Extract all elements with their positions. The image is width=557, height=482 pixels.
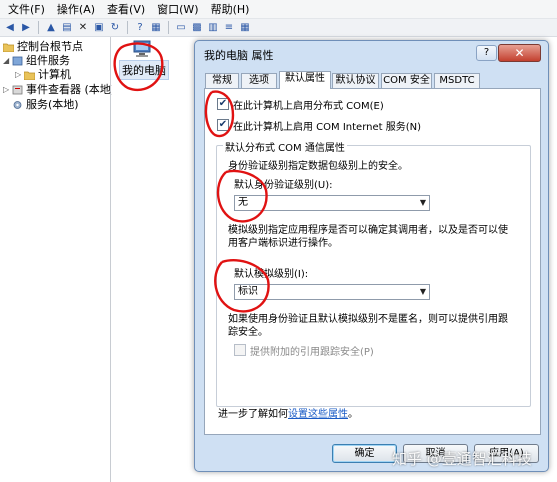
impersonation-level-value: 标识 — [238, 286, 258, 297]
tracking-description-line2: 踪安全。 — [228, 327, 268, 338]
menu-view[interactable]: 查看(V) — [101, 0, 151, 19]
tree-item-event-viewer[interactable]: ▷ 事件查看器 (本地) — [3, 83, 115, 97]
reference-tracking-label: 提供附加的引用跟踪安全(P) — [250, 346, 374, 358]
refresh-icon[interactable]: ↻ — [108, 21, 122, 35]
expanded-arrow-icon[interactable]: ◢ — [3, 54, 12, 68]
auth-level-select[interactable]: 无 ▼ — [234, 195, 430, 211]
tree-item-root[interactable]: 控制台根节点 — [2, 40, 83, 54]
folder-icon — [23, 70, 36, 81]
close-button[interactable]: ✕ — [498, 44, 541, 62]
tab-com-security[interactable]: COM 安全 — [381, 73, 432, 88]
menu-window[interactable]: 窗口(W) — [151, 0, 204, 19]
services-gear-icon — [12, 100, 23, 110]
properties-dialog: 我的电脑 属性 ? ✕ 常规 选项 默认属性 默认协议 COM 安全 MSDTC… — [194, 40, 549, 472]
large-icons-icon[interactable]: ▩ — [190, 21, 204, 35]
detail-view-icon[interactable]: ▦ — [238, 21, 252, 35]
learn-more-suffix: 。 — [348, 409, 358, 420]
tab-general[interactable]: 常规 — [205, 73, 239, 88]
ok-button[interactable]: 确定 — [332, 444, 397, 463]
impersonation-description-line1: 模拟级别指定应用程序是否可以确定其调用者，以及是否可以使 — [228, 225, 508, 236]
up-folder-icon[interactable]: ▲ — [44, 21, 58, 35]
collapsed-arrow-icon[interactable]: ▷ — [15, 68, 24, 82]
computer-icon[interactable]: ▭ — [174, 21, 188, 35]
menu-action[interactable]: 操作(A) — [51, 0, 101, 19]
watermark-text: 知乎 @壹通智汇科技 — [392, 450, 532, 468]
toolbar-separator — [38, 21, 39, 34]
tab-default-protocols[interactable]: 默认协议 — [332, 73, 379, 88]
enable-dcom-checkbox[interactable]: ✔ — [217, 98, 229, 110]
list-view-icon[interactable]: ≡ — [222, 21, 236, 35]
impersonation-level-label: 默认模拟级别(I): — [234, 269, 309, 280]
tracking-description-line1: 如果使用身份验证且默认模拟级别不是匿名，则可以提供引用跟 — [228, 314, 508, 325]
component-services-icon — [12, 56, 23, 66]
tab-panel: ✔ 在此计算机上启用分布式 COM(E) ✔ 在此计算机上启用 COM Inte… — [204, 88, 541, 435]
tree-item-component-services[interactable]: ◢ 组件服务 — [3, 54, 70, 68]
folder-icon — [2, 42, 15, 53]
enable-dcom-row[interactable]: ✔ 在此计算机上启用分布式 COM(E) — [217, 97, 384, 112]
learn-more-row: 进一步了解如何设置这些属性。 — [218, 405, 358, 420]
reference-tracking-checkbox — [234, 344, 246, 356]
enable-com-internet-row[interactable]: ✔ 在此计算机上启用 COM Internet 服务(N) — [217, 118, 422, 133]
tree-item-label: 服务(本地) — [26, 98, 79, 111]
learn-more-link[interactable]: 设置这些属性 — [288, 409, 348, 420]
console-tree: 控制台根节点 ◢ 组件服务 ▷ 计算机 ▷ 事件查看器 (本地) ▷ 服务(本地… — [0, 37, 115, 482]
collapsed-arrow-icon[interactable]: ▷ — [3, 83, 12, 97]
impersonation-level-select[interactable]: 标识 ▼ — [234, 284, 430, 300]
tree-item-label: 事件查看器 (本地) — [26, 83, 116, 96]
my-computer-icon[interactable] — [132, 40, 152, 58]
properties-icon[interactable]: ▣ — [92, 21, 106, 35]
enable-com-internet-label: 在此计算机上启用 COM Internet 服务(N) — [233, 121, 422, 133]
toolbar-separator — [168, 21, 169, 34]
enable-com-internet-checkbox[interactable]: ✔ — [217, 119, 229, 131]
tab-msdtc[interactable]: MSDTC — [434, 73, 480, 88]
tree-item-label: 计算机 — [38, 68, 71, 81]
auth-level-label: 默认身份验证级别(U): — [234, 180, 333, 191]
impersonation-description-line2: 用客户端标识进行操作。 — [228, 238, 338, 249]
tab-default-properties[interactable]: 默认属性 — [279, 71, 331, 89]
dialog-title: 我的电脑 属性 — [204, 49, 274, 62]
group-title: 默认分布式 COM 通信属性 — [223, 139, 347, 154]
menu-file[interactable]: 文件(F) — [2, 0, 51, 19]
menu-help[interactable]: 帮助(H) — [205, 0, 256, 19]
enable-dcom-label: 在此计算机上启用分布式 COM(E) — [233, 100, 384, 112]
dropdown-arrow-icon[interactable]: ▼ — [420, 285, 426, 299]
tree-item-computers[interactable]: ▷ 计算机 — [15, 68, 71, 82]
toolbar-separator — [127, 21, 128, 34]
tree-item-label: 控制台根节点 — [17, 40, 83, 53]
auth-level-value: 无 — [238, 197, 248, 208]
console-icon[interactable]: ▦ — [149, 21, 163, 35]
help-icon[interactable]: ? — [133, 21, 147, 35]
show-tree-icon[interactable]: ▤ — [60, 21, 74, 35]
help-button[interactable]: ? — [476, 45, 497, 61]
auth-level-description: 身份验证级别指定数据包级别上的安全。 — [228, 161, 408, 172]
dcom-communication-group: 默认分布式 COM 通信属性 身份验证级别指定数据包级别上的安全。 默认身份验证… — [216, 139, 531, 407]
small-icons-icon[interactable]: ▥ — [206, 21, 220, 35]
reference-tracking-row: 提供附加的引用跟踪安全(P) — [234, 343, 374, 358]
menu-bar: 文件(F) 操作(A) 查看(V) 窗口(W) 帮助(H) — [0, 0, 557, 19]
forward-icon[interactable]: ▶ — [19, 21, 33, 35]
tree-item-services[interactable]: ▷ 服务(本地) — [3, 98, 79, 112]
dropdown-arrow-icon[interactable]: ▼ — [420, 196, 426, 210]
my-computer-label[interactable]: 我的电脑 — [119, 60, 169, 80]
tree-item-label: 组件服务 — [26, 54, 70, 67]
toolbar: ◀ ▶ ▲ ▤ ✕ ▣ ↻ ? ▦ ▭ ▩ ▥ ≡ ▦ — [0, 19, 557, 37]
tab-options[interactable]: 选项 — [241, 73, 277, 88]
learn-more-prefix: 进一步了解如何 — [218, 409, 288, 420]
event-viewer-icon — [12, 85, 23, 95]
back-icon[interactable]: ◀ — [3, 21, 17, 35]
delete-icon[interactable]: ✕ — [76, 21, 90, 35]
